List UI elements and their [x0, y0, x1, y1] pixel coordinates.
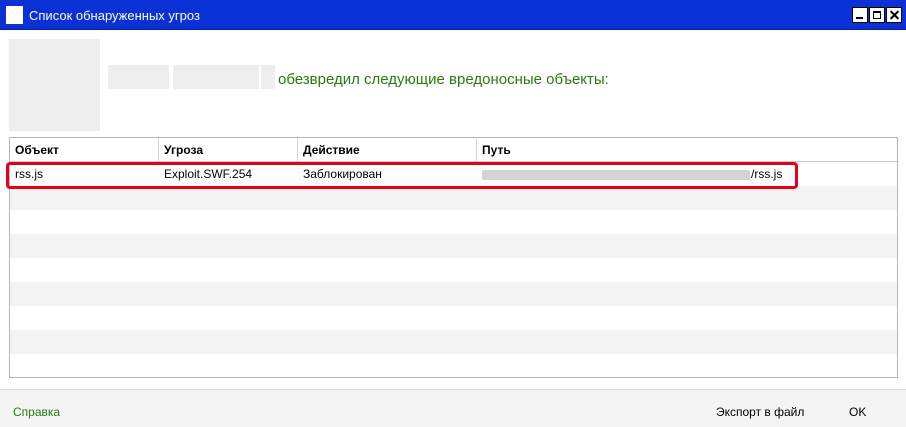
cell-path: /rss.js — [477, 162, 782, 186]
ok-button[interactable]: OK — [849, 405, 866, 419]
redacted-text — [108, 65, 169, 89]
table-row — [10, 282, 897, 306]
export-to-file-button[interactable]: Экспорт в файл — [716, 405, 804, 419]
cell-threat: Exploit.SWF.254 — [164, 167, 253, 181]
help-link[interactable]: Справка — [13, 405, 60, 419]
path-suffix: /rss.js — [751, 167, 783, 181]
window-title: Список обнаруженных угроз — [29, 8, 200, 23]
minimize-icon[interactable] — [852, 7, 868, 23]
table-row — [10, 186, 897, 210]
column-header-threat[interactable]: Угроза — [159, 138, 298, 161]
product-logo — [9, 39, 100, 131]
table-body: rss.js Exploit.SWF.254 Заблокирован /rss… — [10, 162, 897, 377]
result-heading: обезвредил следующие вредоносные объекты… — [278, 71, 609, 88]
close-icon[interactable] — [886, 7, 902, 23]
table-row — [10, 210, 897, 234]
threats-table: Объект Угроза Действие Путь rss.js Explo… — [9, 137, 898, 378]
maximize-icon[interactable] — [869, 7, 885, 23]
table-row — [10, 330, 897, 354]
table-row — [10, 306, 897, 330]
column-header-object[interactable]: Объект — [10, 138, 159, 161]
redacted-text — [173, 65, 259, 89]
table-row[interactable]: rss.js Exploit.SWF.254 Заблокирован /rss… — [10, 162, 897, 186]
redacted-text — [261, 65, 275, 89]
table-row — [10, 234, 897, 258]
blurred-url — [482, 169, 750, 180]
cell-object: rss.js — [15, 167, 43, 181]
column-header-path[interactable]: Путь — [477, 138, 897, 161]
table-row — [10, 258, 897, 282]
table-header: Объект Угроза Действие Путь — [10, 138, 897, 162]
table-row — [10, 354, 897, 377]
app-icon — [6, 6, 23, 24]
title-bar: Список обнаруженных угроз — [0, 0, 906, 30]
column-header-action[interactable]: Действие — [298, 138, 477, 161]
cell-action: Заблокирован — [303, 167, 382, 181]
footer: Справка Экспорт в файл OK — [0, 389, 906, 427]
header-area: обезвредил следующие вредоносные объекты… — [0, 30, 906, 132]
